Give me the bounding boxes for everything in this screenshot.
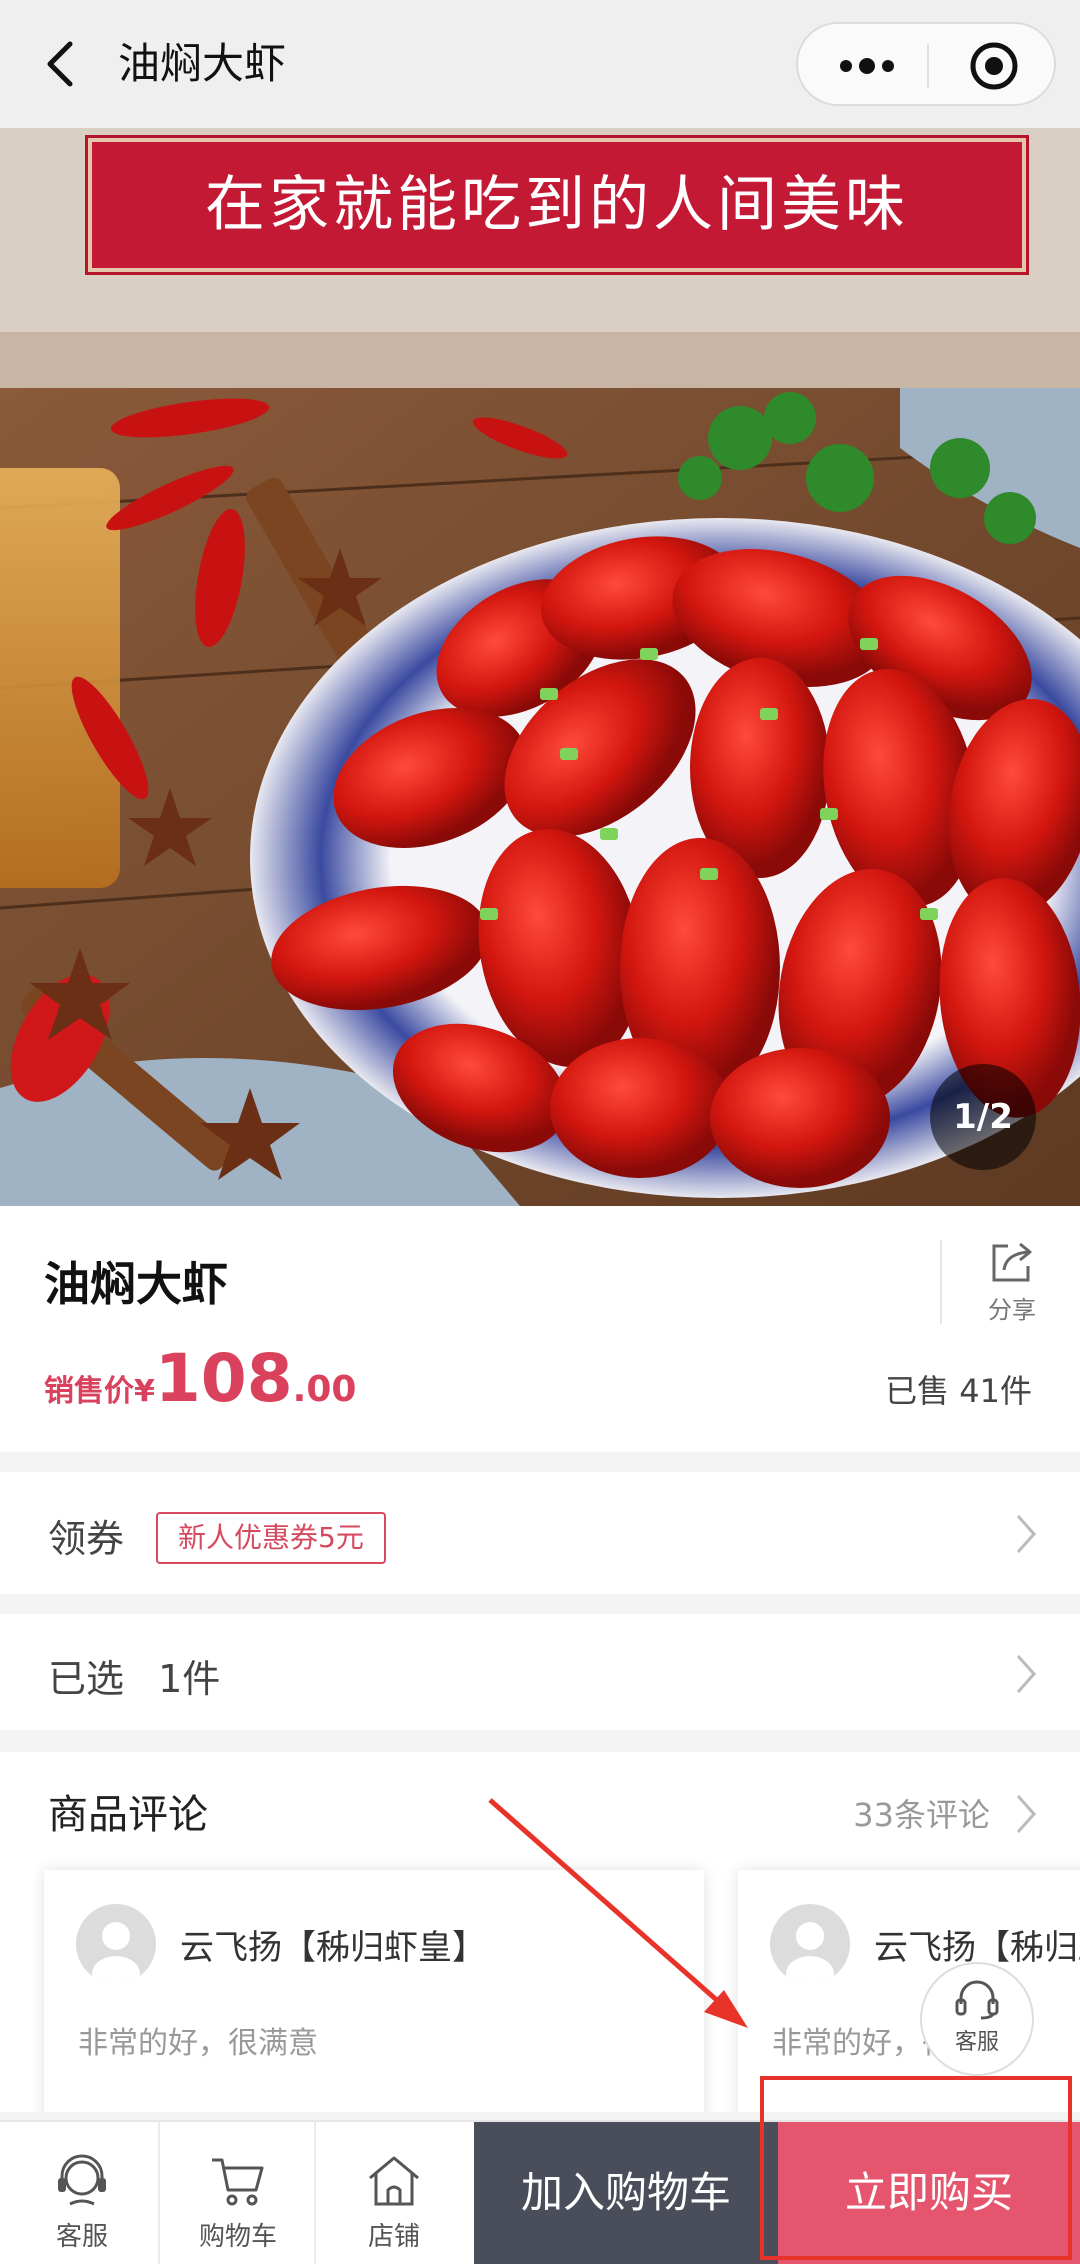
price-decimal: .00 [292,1369,357,1410]
page-title: 油焖大虾 [118,39,287,88]
tab-store-label: 店铺 [367,2222,420,2252]
reviews-section: 商品评论 33条评论 云飞扬【秭归虾皇】 非常的好，很满意 云飞扬【秭归虾皇】 … [0,1752,1080,2112]
tab-cart-label: 购物车 [198,2222,277,2252]
reviews-count-link[interactable]: 33条评论 [853,1790,990,1836]
image-counter: 1/2 [930,1064,1036,1170]
review-user: 云飞扬【秭归虾皇】 [180,1928,486,1968]
mini-program-capsule [796,22,1056,106]
share-icon [992,1242,1032,1282]
cart-icon [212,2158,264,2206]
selected-row[interactable]: 已选 1件 [0,1614,1080,1730]
selected-value: 1件 [158,1657,221,1701]
add-to-cart-button[interactable]: 加入购物车 [474,2122,778,2264]
review-text: 非常的好，很满意 [78,2026,318,2061]
headset-icon [955,1980,999,2020]
product-info: 油焖大虾 分享 销售价¥108.00 已售 41件 [0,1206,1080,1452]
navigation-bar: 油焖大虾 [0,0,1080,128]
coupon-row[interactable]: 领券 新人优惠券5元 [0,1472,1080,1594]
banner-background: 在家就能吃到的人间美味 [0,128,1080,332]
review-card[interactable]: 云飞扬【秭归虾皇】 非常的好，很满意 [44,1870,704,2112]
bottom-action-bar: 客服 购物车 店铺 加入购物车 立即购买 [0,2120,1080,2264]
tab-cart[interactable]: 购物车 [160,2122,316,2264]
avatar [76,1904,156,1984]
tab-customer-service[interactable]: 客服 [4,2122,160,2264]
sold-count: 已售 41件 [885,1372,1032,1410]
share-divider [940,1240,942,1324]
buy-now-button[interactable]: 立即购买 [778,2122,1080,2264]
chevron-right-icon [1016,1655,1037,1693]
banner-text: 在家就能吃到的人间美味 [205,170,909,240]
more-dots-icon[interactable] [832,42,902,90]
customer-service-icon [58,2154,106,2206]
price: 销售价¥108.00 [44,1340,356,1420]
coupon-badge[interactable]: 新人优惠券5元 [156,1512,386,1564]
chevron-left-icon[interactable] [40,36,80,92]
reviews-title: 商品评论 [48,1792,208,1838]
capsule-divider [927,44,929,88]
product-name: 油焖大虾 [44,1257,228,1311]
banner-box: 在家就能吃到的人间美味 [85,135,1029,275]
selected-label: 已选 [48,1657,125,1701]
tab-store[interactable]: 店铺 [316,2122,472,2264]
chevron-right-icon[interactable] [1012,1792,1040,1836]
banner-band [0,332,1080,388]
share-label: 分享 [988,1296,1036,1324]
store-icon [369,2156,419,2206]
coupon-row-label: 领券 [48,1517,125,1561]
share-button[interactable]: 分享 [980,1240,1044,1328]
tab-customer-service-label: 客服 [55,2222,108,2252]
crayfish-photo [0,388,1080,1206]
price-integer: 108 [154,1340,293,1417]
floating-service-label: 客服 [954,2030,999,2055]
selected-row-label: 已选 1件 [48,1648,220,1703]
avatar [770,1904,850,1984]
floating-customer-service-button[interactable]: 客服 [920,1962,1034,2076]
price-label: 销售价 [44,1374,134,1409]
product-image-carousel[interactable]: 在家就能吃到的人间美味 1/2 [0,128,1080,1206]
chevron-right-icon [1016,1515,1037,1553]
currency-symbol: ¥ [134,1374,155,1409]
record-target-icon[interactable] [968,40,1020,92]
